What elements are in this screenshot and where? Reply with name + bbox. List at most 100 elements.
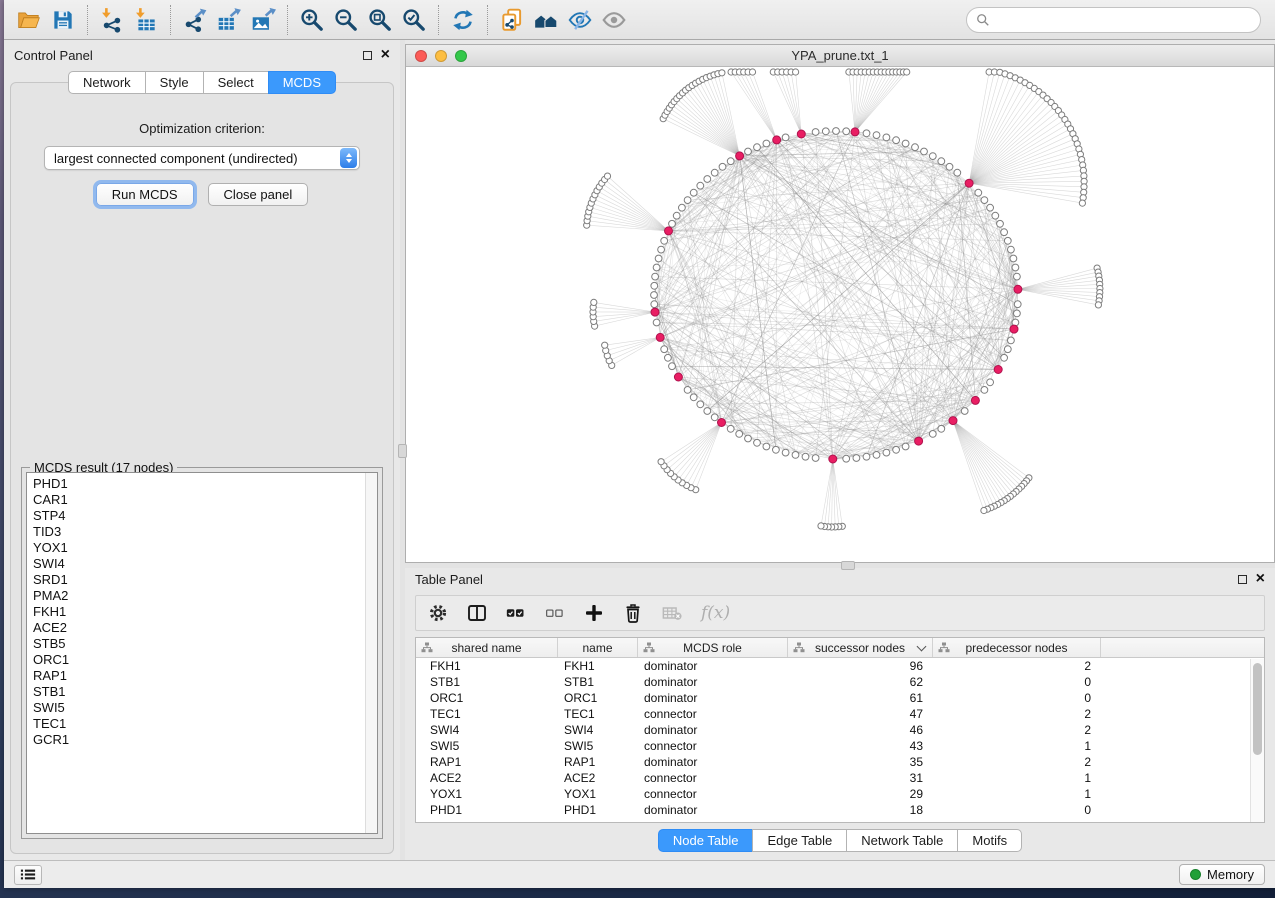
graph-node[interactable]	[690, 189, 697, 196]
graph-node[interactable]	[902, 140, 909, 147]
list-item[interactable]: FKH1	[33, 604, 377, 620]
graph-node[interactable]	[727, 425, 734, 432]
graph-mcds-hub-node[interactable]	[994, 366, 1002, 374]
cell-name[interactable]: TEC1	[558, 706, 638, 722]
cell-shared-name[interactable]: ACE2	[416, 770, 558, 786]
graph-node[interactable]	[1004, 346, 1011, 353]
list-item[interactable]: TEC1	[33, 716, 377, 732]
cell-name[interactable]: ACE2	[558, 770, 638, 786]
graph-node[interactable]	[833, 128, 840, 135]
cell-name[interactable]: YOX1	[558, 786, 638, 802]
zoom-out-icon[interactable]	[329, 4, 363, 36]
cell-shared-name[interactable]: SWI4	[416, 722, 558, 738]
graph-node[interactable]	[652, 273, 659, 280]
graph-node[interactable]	[669, 363, 676, 370]
cell-mcds-role[interactable]: dominator	[638, 658, 788, 674]
list-item[interactable]: STB5	[33, 636, 377, 652]
graph-node[interactable]	[711, 169, 718, 176]
graph-node[interactable]	[684, 387, 691, 394]
graph-node[interactable]	[782, 449, 789, 456]
graph-node[interactable]	[981, 197, 988, 204]
splitter-handle[interactable]	[841, 561, 855, 570]
horizontal-splitter[interactable]	[405, 563, 1275, 568]
first-neighbors-icon[interactable]	[529, 4, 563, 36]
graph-leaf-node[interactable]	[658, 459, 664, 465]
graph-node[interactable]	[1012, 264, 1019, 271]
table-options-gear-icon[interactable]	[428, 603, 448, 623]
add-column-icon[interactable]	[584, 603, 604, 623]
node-table[interactable]: shared namenameMCDS rolesuccessor nodesp…	[415, 637, 1265, 823]
list-item[interactable]: ACE2	[33, 620, 377, 636]
table-tab-edge-table[interactable]: Edge Table	[752, 829, 847, 852]
float-panel-icon[interactable]	[1238, 575, 1247, 584]
graph-leaf-node[interactable]	[904, 69, 910, 75]
graph-node[interactable]	[763, 443, 770, 450]
graph-node[interactable]	[893, 446, 900, 453]
cell-mcds-role[interactable]: connector	[638, 738, 788, 754]
zoom-in-icon[interactable]	[295, 4, 329, 36]
graph-mcds-hub-node[interactable]	[851, 128, 859, 136]
table-row[interactable]: SWI4SWI4dominator462	[416, 722, 1264, 738]
graph-node[interactable]	[697, 182, 704, 189]
graph-mcds-hub-node[interactable]	[797, 130, 805, 138]
graph-node[interactable]	[929, 153, 936, 160]
graph-node[interactable]	[812, 455, 819, 462]
graph-mcds-hub-node[interactable]	[1010, 325, 1018, 333]
search-input[interactable]	[996, 12, 1251, 27]
graph-node[interactable]	[651, 301, 658, 308]
graph-node[interactable]	[802, 453, 809, 460]
cell-predecessor-nodes[interactable]: 0	[933, 674, 1101, 690]
tab-mcds[interactable]: MCDS	[268, 71, 336, 94]
graph-leaf-node[interactable]	[749, 69, 755, 75]
graph-node[interactable]	[653, 319, 660, 326]
cell-successor-nodes[interactable]: 47	[788, 706, 933, 722]
save-session-icon[interactable]	[46, 4, 80, 36]
graph-node[interactable]	[853, 455, 860, 462]
graph-leaf-node[interactable]	[793, 69, 799, 75]
graph-node[interactable]	[711, 414, 718, 421]
graph-node[interactable]	[704, 408, 711, 415]
graph-mcds-hub-node[interactable]	[1014, 285, 1022, 293]
tab-select[interactable]: Select	[203, 71, 269, 94]
graph-node[interactable]	[843, 128, 850, 135]
cell-successor-nodes[interactable]: 18	[788, 802, 933, 818]
cell-successor-nodes[interactable]: 96	[788, 658, 933, 674]
list-item[interactable]: STP4	[33, 508, 377, 524]
graph-node[interactable]	[812, 129, 819, 136]
table-row[interactable]: RAP1RAP1dominator352	[416, 754, 1264, 770]
tab-style[interactable]: Style	[145, 71, 204, 94]
cell-successor-nodes[interactable]: 61	[788, 690, 933, 706]
table-scrollbar[interactable]	[1250, 659, 1264, 822]
list-item[interactable]: SRD1	[33, 572, 377, 588]
graph-mcds-hub-node[interactable]	[949, 417, 957, 425]
cell-predecessor-nodes[interactable]: 2	[933, 722, 1101, 738]
cell-shared-name[interactable]: STB1	[416, 674, 558, 690]
cell-successor-nodes[interactable]: 29	[788, 786, 933, 802]
graph-node[interactable]	[792, 452, 799, 459]
graph-node[interactable]	[981, 387, 988, 394]
cell-successor-nodes[interactable]: 31	[788, 770, 933, 786]
graph-node[interactable]	[1008, 337, 1015, 344]
sort-descending-icon[interactable]	[917, 642, 927, 652]
graph-node[interactable]	[1014, 301, 1021, 308]
graph-node[interactable]	[843, 455, 850, 462]
run-mcds-button[interactable]: Run MCDS	[96, 183, 194, 206]
cell-name[interactable]: ORC1	[558, 690, 638, 706]
graph-node[interactable]	[697, 401, 704, 408]
graph-node[interactable]	[651, 292, 658, 299]
show-all-icon[interactable]	[597, 4, 631, 36]
cell-mcds-role[interactable]: dominator	[638, 802, 788, 818]
graph-mcds-hub-node[interactable]	[773, 136, 781, 144]
table-row[interactable]: ACE2ACE2connector311	[416, 770, 1264, 786]
graph-mcds-hub-node[interactable]	[915, 437, 923, 445]
cell-predecessor-nodes[interactable]: 0	[933, 690, 1101, 706]
export-image-icon[interactable]	[246, 4, 280, 36]
cell-shared-name[interactable]: ORC1	[416, 690, 558, 706]
cell-successor-nodes[interactable]: 62	[788, 674, 933, 690]
graph-node[interactable]	[736, 431, 743, 438]
zoom-selected-icon[interactable]	[397, 4, 431, 36]
table-row[interactable]: STB1STB1dominator620	[416, 674, 1264, 690]
graph-node[interactable]	[912, 144, 919, 151]
graph-node[interactable]	[673, 212, 680, 219]
cell-predecessor-nodes[interactable]: 2	[933, 754, 1101, 770]
